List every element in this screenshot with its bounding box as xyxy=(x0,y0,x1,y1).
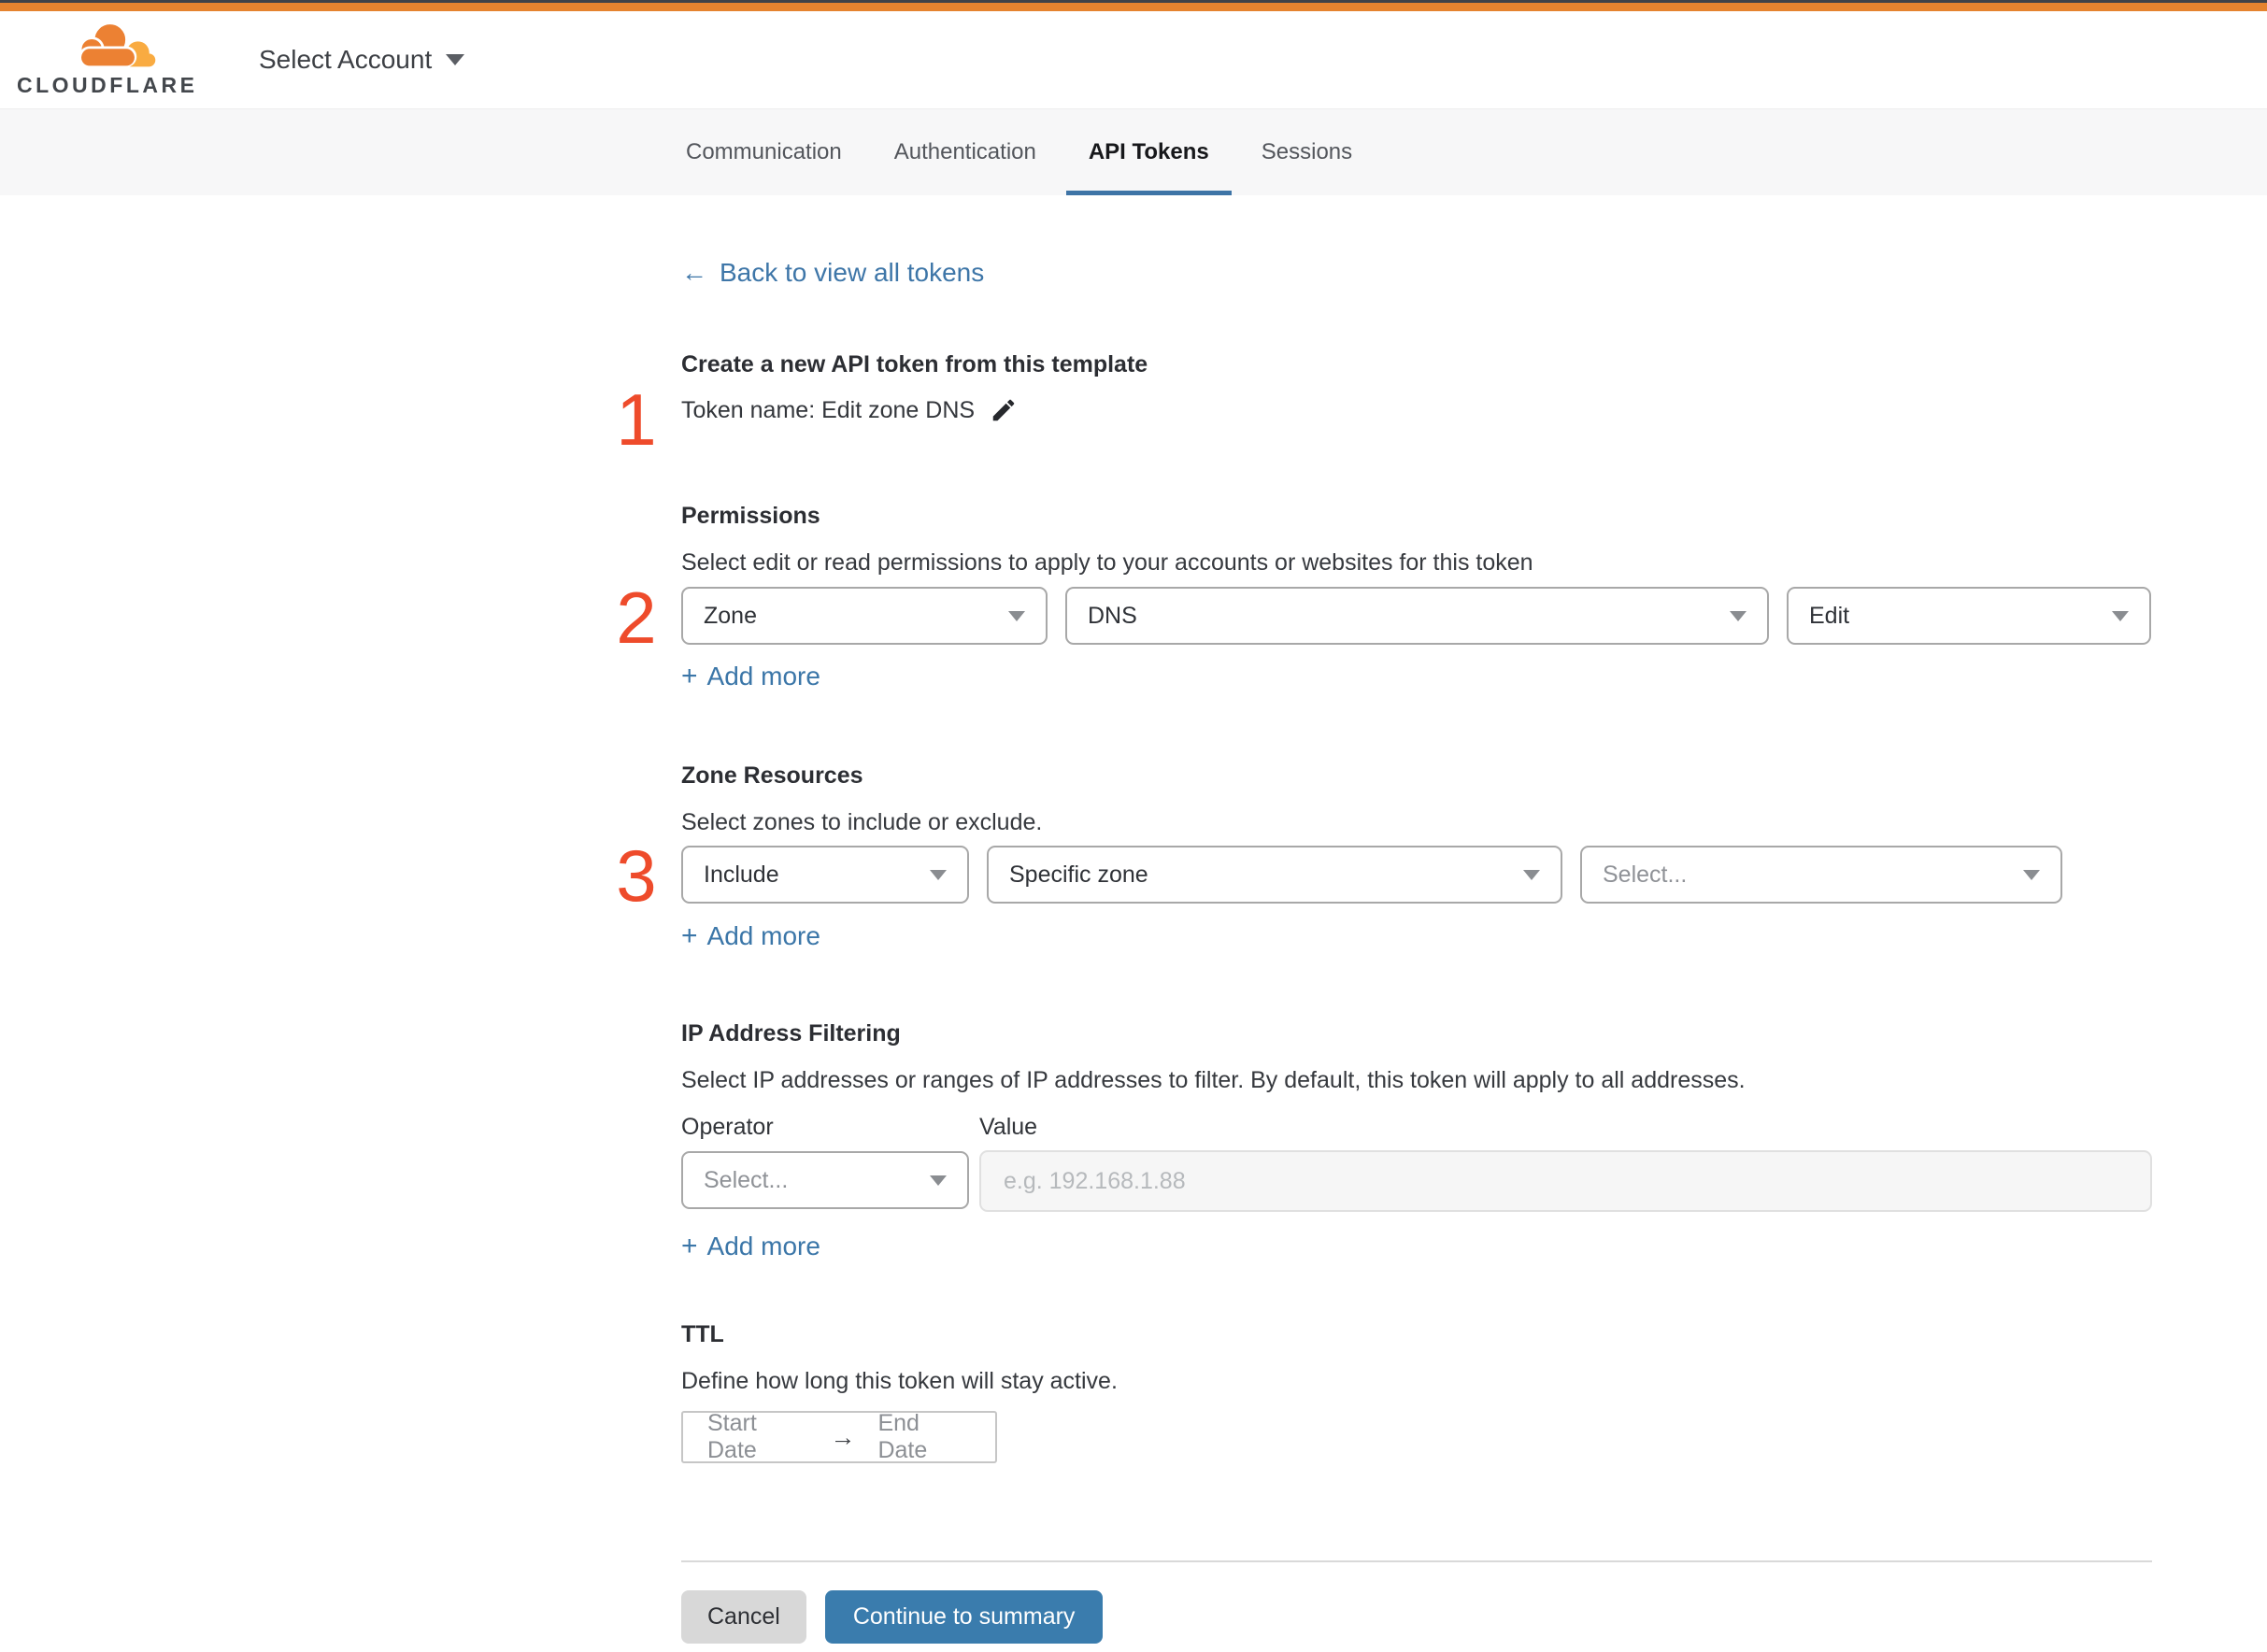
tab-communication[interactable]: Communication xyxy=(663,109,864,195)
token-name-row: Token name: Edit zone DNS xyxy=(681,396,1018,424)
zone-mode-value: Include xyxy=(704,861,779,888)
cloudflare-cloud-icon xyxy=(78,21,156,67)
permission-scope-select[interactable]: Zone xyxy=(681,587,1048,645)
zone-resources-row: Include Specific zone Select... xyxy=(681,846,2062,904)
operator-label: Operator xyxy=(681,1114,774,1140)
permissions-add-more-label: Add more xyxy=(706,662,820,691)
ip-filtering-add-more-link[interactable]: + Add more xyxy=(681,1232,820,1261)
profile-tabbar: Communication Authentication API Tokens … xyxy=(0,108,2267,195)
zone-picker-placeholder: Select... xyxy=(1603,861,1688,888)
create-token-heading: Create a new API token from this templat… xyxy=(681,351,1148,377)
tab-sessions[interactable]: Sessions xyxy=(1239,109,1375,195)
tab-communication-label: Communication xyxy=(686,139,842,164)
tab-authentication-label: Authentication xyxy=(893,139,1036,164)
permission-scope-value: Zone xyxy=(704,602,757,629)
cloudflare-logo[interactable]: CLOUDFLARE xyxy=(17,19,198,98)
ttl-date-range-field[interactable]: Start Date → End Date xyxy=(681,1410,997,1463)
back-to-tokens-link[interactable]: ← Back to view all tokens xyxy=(681,258,984,288)
permissions-heading: Permissions xyxy=(681,503,820,529)
permission-access-select[interactable]: Edit xyxy=(1787,587,2151,645)
permissions-description: Select edit or read permissions to apply… xyxy=(681,549,1533,576)
token-name-text: Token name: Edit zone DNS xyxy=(681,396,976,423)
tab-list: Communication Authentication API Tokens … xyxy=(663,109,1375,195)
ip-value-input[interactable] xyxy=(979,1150,2152,1212)
annotation-step-3: 3 xyxy=(616,834,657,917)
plus-icon: + xyxy=(681,920,698,951)
permissions-add-more-link[interactable]: + Add more xyxy=(681,662,820,691)
zone-resources-add-more-link[interactable]: + Add more xyxy=(681,921,820,951)
cancel-button[interactable]: Cancel xyxy=(681,1590,806,1644)
footer-actions: Cancel Continue to summary xyxy=(681,1590,1104,1644)
ip-filtering-row: Select... xyxy=(681,1151,969,1209)
tab-api-tokens[interactable]: API Tokens xyxy=(1065,109,1232,195)
ttl-heading: TTL xyxy=(681,1321,724,1347)
chevron-down-icon xyxy=(446,54,465,65)
dropdown-caret-icon xyxy=(1008,610,1025,621)
permissions-row: Zone DNS Edit xyxy=(681,587,2151,645)
edit-pencil-icon[interactable] xyxy=(990,396,1018,424)
tab-authentication[interactable]: Authentication xyxy=(872,109,1059,195)
account-selector[interactable]: Select Account xyxy=(259,11,465,108)
zone-mode-select[interactable]: Include xyxy=(681,846,969,904)
ip-filtering-description: Select IP addresses or ranges of IP addr… xyxy=(681,1067,1746,1093)
zone-resources-description: Select zones to include or exclude. xyxy=(681,809,1043,835)
ttl-description: Define how long this token will stay act… xyxy=(681,1368,1118,1394)
tab-sessions-label: Sessions xyxy=(1261,139,1353,164)
continue-to-summary-button[interactable]: Continue to summary xyxy=(824,1590,1104,1644)
footer-divider xyxy=(681,1560,2152,1562)
value-label: Value xyxy=(979,1114,1038,1140)
plus-icon: + xyxy=(681,661,698,691)
zone-type-value: Specific zone xyxy=(1009,861,1148,888)
plus-icon: + xyxy=(681,1231,698,1261)
dropdown-caret-icon xyxy=(930,869,947,880)
operator-select[interactable]: Select... xyxy=(681,1151,969,1209)
account-selector-label: Select Account xyxy=(259,45,433,74)
annotation-step-1: 1 xyxy=(616,378,657,461)
zone-resources-heading: Zone Resources xyxy=(681,762,863,789)
dropdown-caret-icon xyxy=(1523,869,1540,880)
permission-access-value: Edit xyxy=(1809,602,1850,629)
zone-resources-add-more-label: Add more xyxy=(706,921,820,950)
ip-filtering-add-more-label: Add more xyxy=(706,1232,820,1260)
page-header: CLOUDFLARE Select Account xyxy=(0,11,2267,108)
dropdown-caret-icon xyxy=(1730,610,1747,621)
operator-placeholder: Select... xyxy=(704,1166,789,1193)
permission-service-select[interactable]: DNS xyxy=(1065,587,1769,645)
cloudflare-wordmark: CLOUDFLARE xyxy=(17,73,198,97)
tab-api-tokens-label: API Tokens xyxy=(1088,139,1209,164)
start-date-placeholder: Start Date xyxy=(707,1410,757,1463)
dropdown-caret-icon xyxy=(2023,869,2040,880)
permission-service-value: DNS xyxy=(1088,602,1137,629)
zone-picker-select[interactable]: Select... xyxy=(1580,846,2062,904)
arrow-right-icon: → xyxy=(830,1422,856,1451)
back-link-label: Back to view all tokens xyxy=(720,258,985,287)
cloudflare-api-token-page: CLOUDFLARE Select Account Communication … xyxy=(0,0,2267,1652)
ip-filtering-heading: IP Address Filtering xyxy=(681,1020,901,1047)
brand-accent-bar xyxy=(0,3,2267,11)
annotation-step-2: 2 xyxy=(616,577,657,659)
back-arrow-icon: ← xyxy=(681,258,707,287)
end-date-placeholder: End Date xyxy=(877,1410,928,1463)
dropdown-caret-icon xyxy=(930,1175,947,1186)
zone-type-select[interactable]: Specific zone xyxy=(987,846,1562,904)
dropdown-caret-icon xyxy=(2112,610,2129,621)
